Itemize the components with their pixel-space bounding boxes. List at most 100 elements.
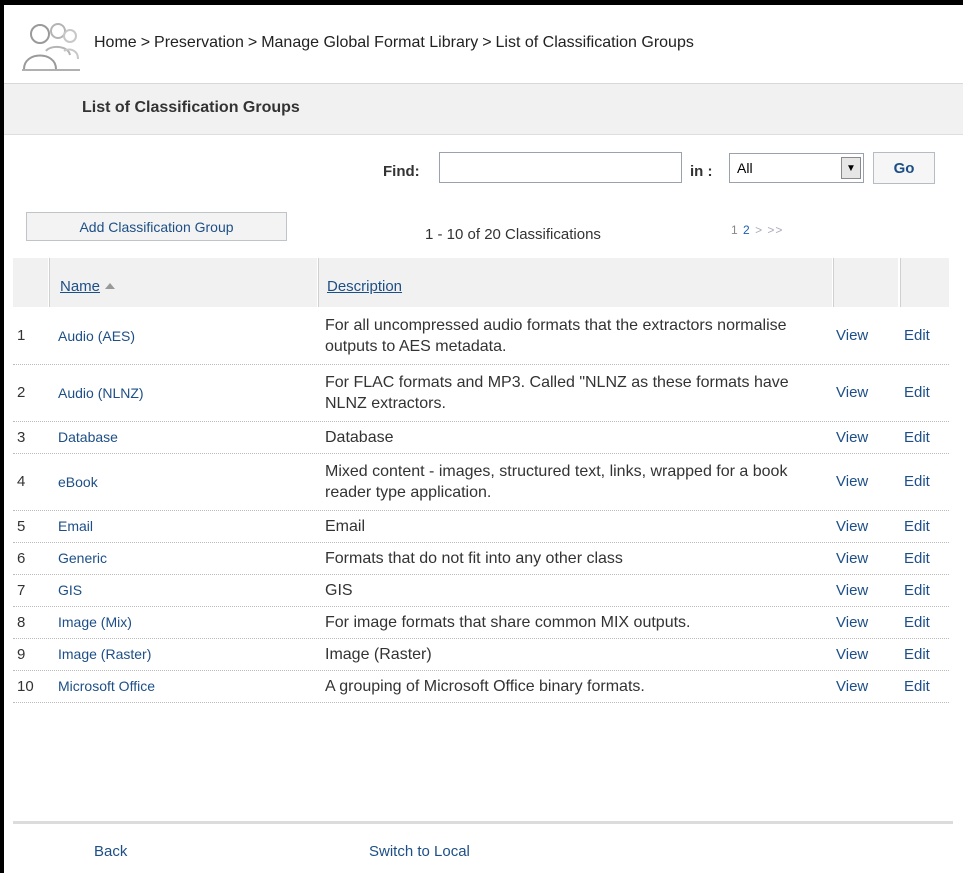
table-row: 6 Generic Formats that do not fit into any… — [13, 542, 949, 575]
row-name-link[interactable]: eBook — [48, 453, 318, 510]
table-row: 9 Image (Raster) Image (Raster) View Edit — [13, 638, 949, 671]
add-classification-group-button[interactable]: Add Classification Group — [26, 212, 287, 241]
breadcrumb: Home > Preservation > Manage Global Format L… — [94, 34, 694, 52]
row-name-link[interactable]: Email — [48, 510, 318, 542]
table-row: 2 Audio (NLNZ) For FLAC formats and MP3. C… — [13, 364, 949, 422]
row-number: 2 — [17, 384, 26, 401]
row-edit-link[interactable]: Edit — [899, 574, 949, 606]
row-name-link[interactable]: Audio (AES) — [48, 307, 318, 364]
row-name-link[interactable]: Microsoft Office — [48, 670, 318, 702]
back-link[interactable]: Back — [94, 843, 127, 860]
row-edit-link[interactable]: Edit — [899, 421, 949, 453]
row-view-link[interactable]: View — [833, 606, 899, 638]
row-view-link[interactable]: View — [833, 638, 899, 670]
row-view-link[interactable]: View — [833, 670, 899, 702]
row-view-link[interactable]: View — [833, 421, 899, 453]
row-edit-link[interactable]: Edit — [899, 670, 949, 702]
switch-to-local-link[interactable]: Switch to Local — [369, 843, 470, 860]
breadcrumb-home[interactable]: Home — [94, 34, 137, 51]
breadcrumb-separator: > — [247, 34, 258, 51]
in-label: in : — [690, 163, 713, 180]
row-number: 3 — [17, 428, 26, 446]
footer: Back Switch to Local — [0, 826, 963, 873]
pager-page-1: 1 — [731, 223, 739, 237]
row-number: 5 — [17, 517, 26, 535]
table-row: 4 eBook Mixed content - images, structured… — [13, 453, 949, 511]
dropdown-arrow-icon[interactable]: ▼ — [841, 157, 861, 179]
breadcrumb-current: List of Classification Groups — [495, 34, 694, 51]
row-number: 1 — [17, 327, 26, 344]
row-name-link[interactable]: Audio (NLNZ) — [48, 364, 318, 421]
find-scope-select[interactable]: All ▼ — [729, 153, 864, 183]
table-row: 5 Email Email View Edit — [13, 510, 949, 543]
row-edit-link[interactable]: Edit — [899, 606, 949, 638]
page-title: List of Classification Groups — [82, 99, 300, 116]
row-edit-link[interactable]: Edit — [899, 638, 949, 670]
find-input[interactable] — [439, 152, 682, 183]
row-view-link[interactable]: View — [833, 574, 899, 606]
table-row: 7 GIS GIS View Edit — [13, 574, 949, 607]
go-button[interactable]: Go — [873, 152, 935, 184]
row-description: For all uncompressed audio formats that … — [325, 316, 787, 355]
find-scope-value: All — [737, 160, 753, 176]
row-number: 8 — [17, 613, 26, 631]
breadcrumb-format-library[interactable]: Manage Global Format Library — [261, 34, 478, 51]
row-number: 10 — [17, 677, 34, 695]
row-description: Formats that do not fit into any other c… — [325, 549, 623, 567]
pager-page-2[interactable]: 2 — [743, 223, 751, 237]
breadcrumb-separator: > — [140, 34, 151, 51]
row-description: Mixed content - images, structured text,… — [325, 462, 788, 501]
row-description: Email — [325, 517, 366, 535]
footer-divider — [13, 821, 953, 824]
row-number: 9 — [17, 645, 26, 663]
users-logo-icon — [22, 23, 80, 71]
row-description: Database — [325, 428, 394, 446]
pager: 1 2 > >> — [731, 223, 783, 237]
row-number: 4 — [17, 473, 26, 490]
row-number: 6 — [17, 549, 26, 567]
header-view — [833, 258, 898, 307]
header-description-label[interactable]: Description — [327, 278, 402, 295]
row-name-link[interactable]: Image (Raster) — [48, 638, 318, 670]
row-view-link[interactable]: View — [833, 307, 899, 364]
row-edit-link[interactable]: Edit — [899, 510, 949, 542]
title-bar: List of Classification Groups — [4, 84, 963, 135]
header-description[interactable]: Description — [318, 258, 832, 307]
row-description: For image formats that share common MIX … — [325, 613, 691, 631]
row-view-link[interactable]: View — [833, 453, 899, 510]
table-row: 1 Audio (AES) For all uncompressed audio f… — [13, 307, 949, 365]
breadcrumb-preservation[interactable]: Preservation — [154, 34, 244, 51]
row-description: A grouping of Microsoft Office binary fo… — [325, 677, 645, 695]
table-header: Name Description — [13, 258, 949, 307]
results-count: 1 - 10 of 20 Classifications — [425, 226, 601, 243]
row-edit-link[interactable]: Edit — [899, 542, 949, 574]
row-edit-link[interactable]: Edit — [899, 364, 949, 421]
row-view-link[interactable]: View — [833, 364, 899, 421]
page-header: Home > Preservation > Manage Global Format L… — [4, 5, 963, 84]
row-name-link[interactable]: Database — [48, 421, 318, 453]
row-edit-link[interactable]: Edit — [899, 453, 949, 510]
header-num — [13, 258, 48, 307]
row-name-link[interactable]: Image (Mix) — [48, 606, 318, 638]
pager-last-icon[interactable]: >> — [767, 223, 783, 237]
row-number: 7 — [17, 581, 26, 599]
breadcrumb-separator: > — [482, 34, 492, 51]
row-edit-link[interactable]: Edit — [899, 307, 949, 364]
sort-ascending-icon — [105, 283, 116, 289]
row-description: Image (Raster) — [325, 645, 432, 663]
table-row: 3 Database Database View Edit — [13, 421, 949, 454]
row-view-link[interactable]: View — [833, 510, 899, 542]
header-name-label[interactable]: Name — [60, 278, 116, 295]
table-row: 10 Microsoft Office A grouping of Microsof… — [13, 670, 949, 703]
header-name[interactable]: Name — [49, 258, 317, 307]
row-name-link[interactable]: GIS — [48, 574, 318, 606]
find-label: Find: — [383, 163, 420, 180]
header-edit — [900, 258, 949, 307]
table-row: 8 Image (Mix) For image formats that share… — [13, 606, 949, 639]
pager-next-icon[interactable]: > — [755, 223, 763, 237]
page-frame: Home > Preservation > Manage Global Format L… — [0, 0, 963, 873]
row-description: For FLAC formats and MP3. Called "NLNZ a… — [325, 373, 789, 412]
row-description: GIS — [325, 581, 353, 599]
row-name-link[interactable]: Generic — [48, 542, 318, 574]
row-view-link[interactable]: View — [833, 542, 899, 574]
